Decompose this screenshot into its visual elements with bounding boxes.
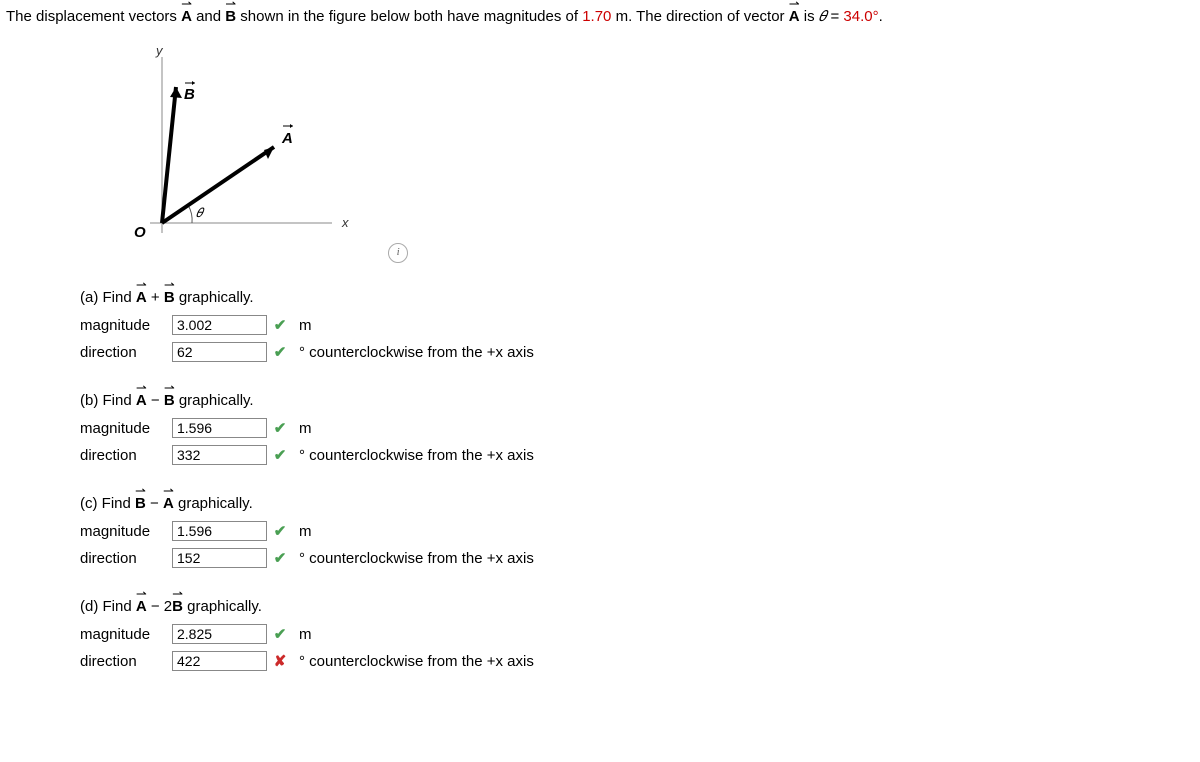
svg-text:x: x <box>341 215 349 230</box>
unit-m: m <box>293 312 540 339</box>
unit-angle: ° counterclockwise from the +x axis <box>293 545 540 572</box>
check-icon: ✔ <box>273 445 287 466</box>
info-icon[interactable]: i <box>388 243 408 263</box>
part-b-title: (b) Find ⇀A − ⇀B graphically. <box>80 390 1194 411</box>
part-c-direction-input[interactable] <box>172 548 267 568</box>
part-c: (c) Find ⇀B − ⇀A graphically. magnitude … <box>80 493 1194 572</box>
unit-m: m <box>293 415 540 442</box>
svg-text:A: A <box>281 130 293 147</box>
part-c-title: (c) Find ⇀B − ⇀A graphically. <box>80 493 1194 514</box>
check-icon: ✔ <box>273 315 287 336</box>
svg-text:B: B <box>184 86 195 103</box>
check-icon: ✔ <box>273 418 287 439</box>
part-c-magnitude-input[interactable] <box>172 521 267 541</box>
cross-icon: ✘ <box>273 651 287 672</box>
magnitude-label: magnitude <box>80 415 172 442</box>
unit-m: m <box>293 621 540 648</box>
svg-text:O: O <box>134 224 146 241</box>
check-icon: ✔ <box>273 548 287 569</box>
check-icon: ✔ <box>273 342 287 363</box>
vector-diagram: x y O 𝜃 A B i <box>96 47 1194 263</box>
svg-text:y: y <box>155 47 164 58</box>
part-a-direction-input[interactable] <box>172 342 267 362</box>
magnitude-label: magnitude <box>80 621 172 648</box>
direction-label: direction <box>80 339 172 366</box>
part-a-magnitude-input[interactable] <box>172 315 267 335</box>
unit-angle: ° counterclockwise from the +x axis <box>293 648 540 675</box>
unit-angle: ° counterclockwise from the +x axis <box>293 442 540 469</box>
part-d-title: (d) Find ⇀A − 2⇀B graphically. <box>80 596 1194 617</box>
direction-label: direction <box>80 648 172 675</box>
magnitude-label: magnitude <box>80 312 172 339</box>
problem-statement: The displacement vectors ⇀A and ⇀B shown… <box>6 6 1194 27</box>
svg-text:𝜃: 𝜃 <box>196 205 205 220</box>
part-d-direction-input[interactable] <box>172 651 267 671</box>
part-a-title: (a) Find ⇀A + ⇀B graphically. <box>80 287 1194 308</box>
check-icon: ✔ <box>273 521 287 542</box>
part-b: (b) Find ⇀A − ⇀B graphically. magnitude … <box>80 390 1194 469</box>
unit-angle: ° counterclockwise from the +x axis <box>293 339 540 366</box>
unit-m: m <box>293 518 540 545</box>
part-b-magnitude-input[interactable] <box>172 418 267 438</box>
part-a: (a) Find ⇀A + ⇀B graphically. magnitude … <box>80 287 1194 366</box>
check-icon: ✔ <box>273 624 287 645</box>
part-b-direction-input[interactable] <box>172 445 267 465</box>
part-d: (d) Find ⇀A − 2⇀B graphically. magnitude… <box>80 596 1194 675</box>
direction-label: direction <box>80 545 172 572</box>
magnitude-label: magnitude <box>80 518 172 545</box>
part-d-magnitude-input[interactable] <box>172 624 267 644</box>
direction-label: direction <box>80 442 172 469</box>
